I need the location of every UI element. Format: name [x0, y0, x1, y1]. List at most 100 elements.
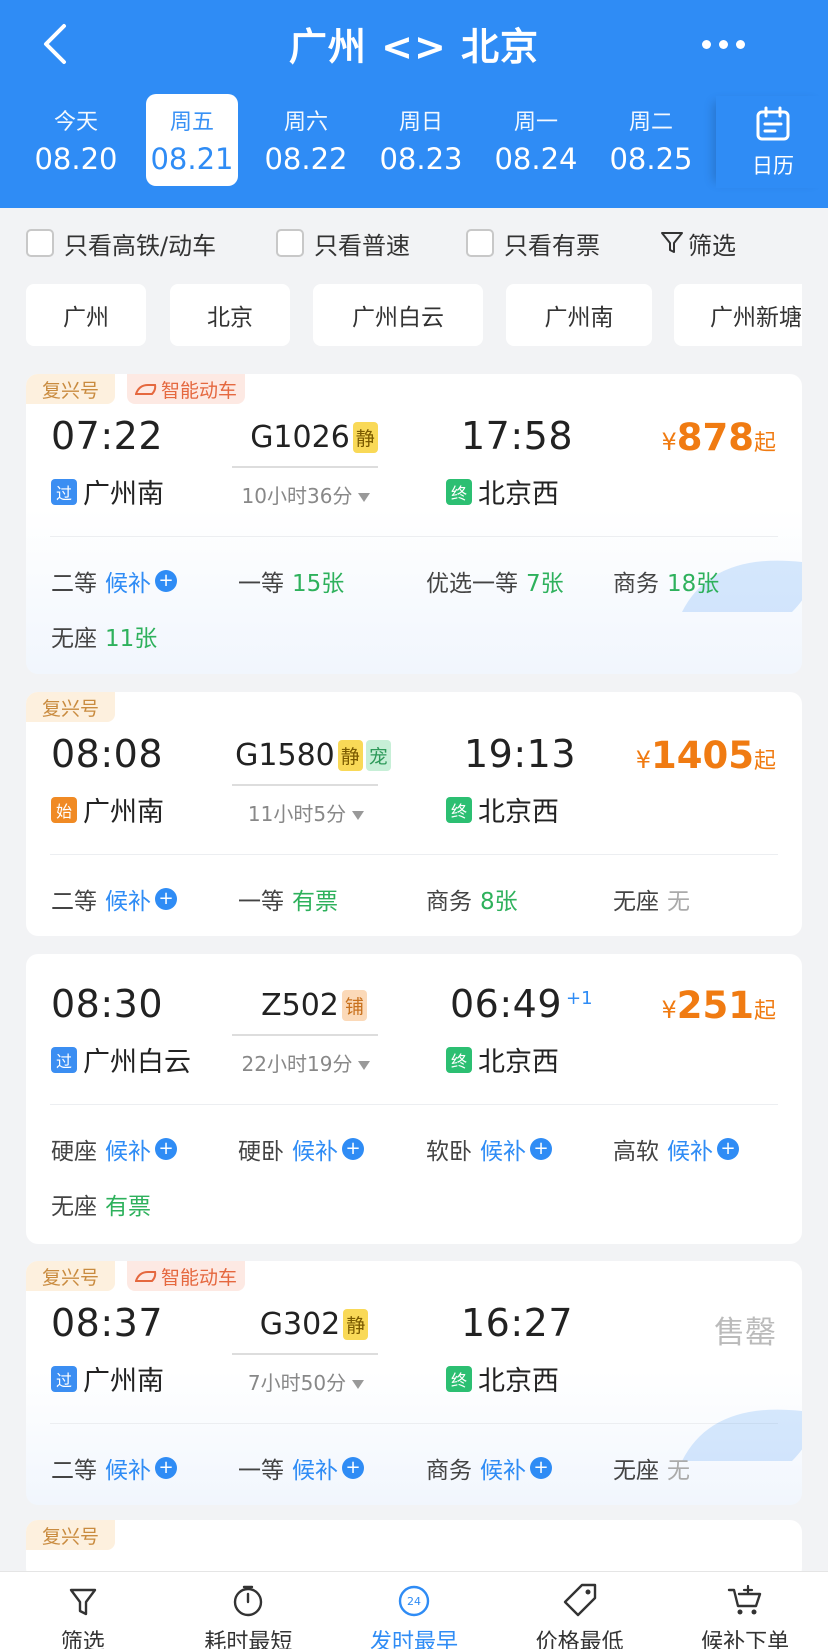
nav-waitlist-order[interactable]: 候补下单 — [662, 1572, 828, 1649]
train-number[interactable]: G1026 静 — [234, 420, 394, 455]
filter-available-checkbox[interactable]: 只看有票 — [466, 226, 600, 260]
date-tab[interactable]: 周二 08.25 — [605, 94, 697, 186]
station-chip[interactable]: 广州白云 — [313, 284, 483, 346]
station-chip[interactable]: 广州 — [26, 284, 146, 346]
seat-value: 有票 — [105, 1194, 151, 1220]
screen-button[interactable]: 筛选 — [660, 226, 736, 260]
seat-info[interactable]: 一等 有票 — [238, 882, 338, 916]
date-tab-selected[interactable]: 周五 08.21 — [146, 94, 238, 186]
station-chip[interactable]: 广州新塘 — [674, 284, 802, 346]
seat-info[interactable]: 无座 11张 — [51, 619, 157, 653]
date-value: 08.21 — [150, 142, 234, 176]
fuxing-tag: 复兴号 — [26, 1520, 116, 1550]
seat-info[interactable]: 二等 候补 + — [51, 1451, 177, 1485]
nav-lowest-price[interactable]: 价格最低 — [497, 1572, 663, 1649]
seat-info[interactable]: 硬卧 候补 + — [238, 1132, 364, 1166]
fuxing-tag: 复兴号 — [26, 1261, 116, 1291]
more-icon[interactable] — [700, 26, 748, 62]
add-waitlist-icon[interactable]: + — [155, 1457, 177, 1479]
train-number-text: G302 — [259, 1307, 341, 1342]
train-icon — [135, 1271, 157, 1282]
nav-shortest-duration[interactable]: 耗时最短 — [166, 1572, 332, 1649]
train-number[interactable]: G1580 静 宠 — [220, 738, 406, 773]
seat-info[interactable]: 商务 8张 — [426, 882, 518, 916]
add-waitlist-icon[interactable]: + — [530, 1138, 552, 1160]
station-name: 北京西 — [478, 479, 559, 510]
seat-value: 候补 — [105, 571, 151, 597]
train-tags: 复兴号 — [26, 692, 116, 722]
filter-highspeed-checkbox[interactable]: 只看高铁/动车 — [26, 226, 216, 260]
add-waitlist-icon[interactable]: + — [342, 1138, 364, 1160]
departure-station: 始 广州南 — [51, 790, 164, 829]
terminal-badge: 终 — [446, 1046, 472, 1073]
quiet-tag: 静 — [352, 422, 378, 453]
seat-class: 商务 — [426, 1458, 472, 1484]
duration[interactable]: 10小时36分 — [226, 480, 386, 509]
date-tab[interactable]: 周日 08.23 — [375, 94, 467, 186]
filter-label: 只看高铁/动车 — [64, 231, 217, 260]
checkbox[interactable] — [466, 229, 494, 257]
nav-earliest-departure[interactable]: 24 发时最早 — [331, 1572, 497, 1649]
currency-symbol: ¥ — [635, 746, 651, 774]
seat-class: 二等 — [51, 571, 97, 597]
duration[interactable]: 11小时5分 — [226, 798, 386, 827]
seat-value: 无 — [667, 1458, 690, 1484]
train-card[interactable]: 复兴号 智能动车 08:37 过 广州南 G302 静 7小时50分 16:27… — [26, 1261, 802, 1505]
seat-value: 候补 — [105, 889, 151, 915]
seat-info[interactable]: 二等 候补 + — [51, 882, 177, 916]
train-number-text: Z502 — [261, 988, 339, 1023]
seat-info[interactable]: 无座无 — [613, 1451, 690, 1485]
add-waitlist-icon[interactable]: + — [342, 1457, 364, 1479]
seat-info[interactable]: 一等 15张 — [238, 564, 344, 598]
add-waitlist-icon[interactable]: + — [155, 1138, 177, 1160]
train-card[interactable]: 复兴号 08:08 始 广州南 G1580 静 宠 11小时5分 19:13 终… — [26, 692, 802, 936]
filter-normal-checkbox[interactable]: 只看普速 — [276, 226, 410, 260]
calendar-button[interactable]: 日历 — [716, 96, 828, 188]
seat-class: 硬卧 — [238, 1139, 284, 1165]
date-tab[interactable]: 今天 08.20 — [30, 94, 122, 186]
nav-filter[interactable]: 筛选 — [0, 1572, 166, 1649]
bottom-nav: 筛选 耗时最短 24 发时最早 价格最低 候补下单 — [0, 1571, 828, 1649]
add-waitlist-icon[interactable]: + — [530, 1457, 552, 1479]
seat-info[interactable]: 高软 候补 + — [613, 1132, 739, 1166]
date-tab[interactable]: 周一 08.24 — [490, 94, 582, 186]
quiet-tag: 静 — [343, 1309, 369, 1340]
add-waitlist-icon[interactable]: + — [717, 1138, 739, 1160]
station-chip[interactable]: 北京 — [170, 284, 290, 346]
seat-info[interactable]: 优选一等 7张 — [426, 564, 564, 598]
train-number[interactable]: G302 静 — [234, 1307, 394, 1342]
date-tab[interactable]: 周六 08.22 — [260, 94, 352, 186]
train-card[interactable]: 08:30 过 广州白云 Z502 铺 22小时19分 06:49 +1 终 北… — [26, 954, 802, 1244]
train-number[interactable]: Z502 铺 — [234, 988, 394, 1023]
seat-info[interactable]: 商务 18张 — [613, 564, 719, 598]
pass-badge: 过 — [51, 1046, 77, 1073]
add-waitlist-icon[interactable]: + — [155, 888, 177, 910]
checkbox[interactable] — [276, 229, 304, 257]
arrival-station: 终 北京西 — [446, 790, 559, 829]
pet-tag: 宠 — [365, 740, 391, 771]
station-name: 北京西 — [478, 1366, 559, 1397]
duration[interactable]: 22小时19分 — [226, 1048, 386, 1077]
seat-info[interactable]: 商务 候补 + — [426, 1451, 552, 1485]
smart-emu-tag: 智能动车 — [127, 1261, 246, 1291]
station-chip[interactable]: 广州南 — [506, 284, 652, 346]
filter-icon — [661, 232, 683, 253]
date-weekday: 周一 — [513, 110, 558, 135]
date-weekday: 周五 — [169, 110, 214, 135]
departure-time: 08:30 — [51, 982, 164, 1026]
seat-info[interactable]: 硬座 候补 + — [51, 1132, 177, 1166]
price: ¥251起 — [661, 984, 776, 1027]
duration[interactable]: 7小时50分 — [226, 1367, 386, 1396]
seat-info[interactable]: 一等 候补 + — [238, 1451, 364, 1485]
arrival-time: 16:27 — [461, 1301, 574, 1345]
seat-value: 候补 — [292, 1458, 338, 1484]
add-waitlist-icon[interactable]: + — [155, 570, 177, 592]
seat-info[interactable]: 软卧 候补 + — [426, 1132, 552, 1166]
seat-info[interactable]: 二等 候补 + — [51, 564, 177, 598]
seat-info[interactable]: 无座 有票 — [51, 1187, 151, 1221]
checkbox[interactable] — [26, 229, 54, 257]
train-card[interactable]: 复兴号 智能动车 07:22 过 广州南 G1026 静 10小时36分 17:… — [26, 374, 802, 674]
filter-icon — [69, 1588, 96, 1616]
station-name: 北京西 — [478, 797, 559, 828]
seat-info[interactable]: 无座无 — [613, 882, 690, 916]
